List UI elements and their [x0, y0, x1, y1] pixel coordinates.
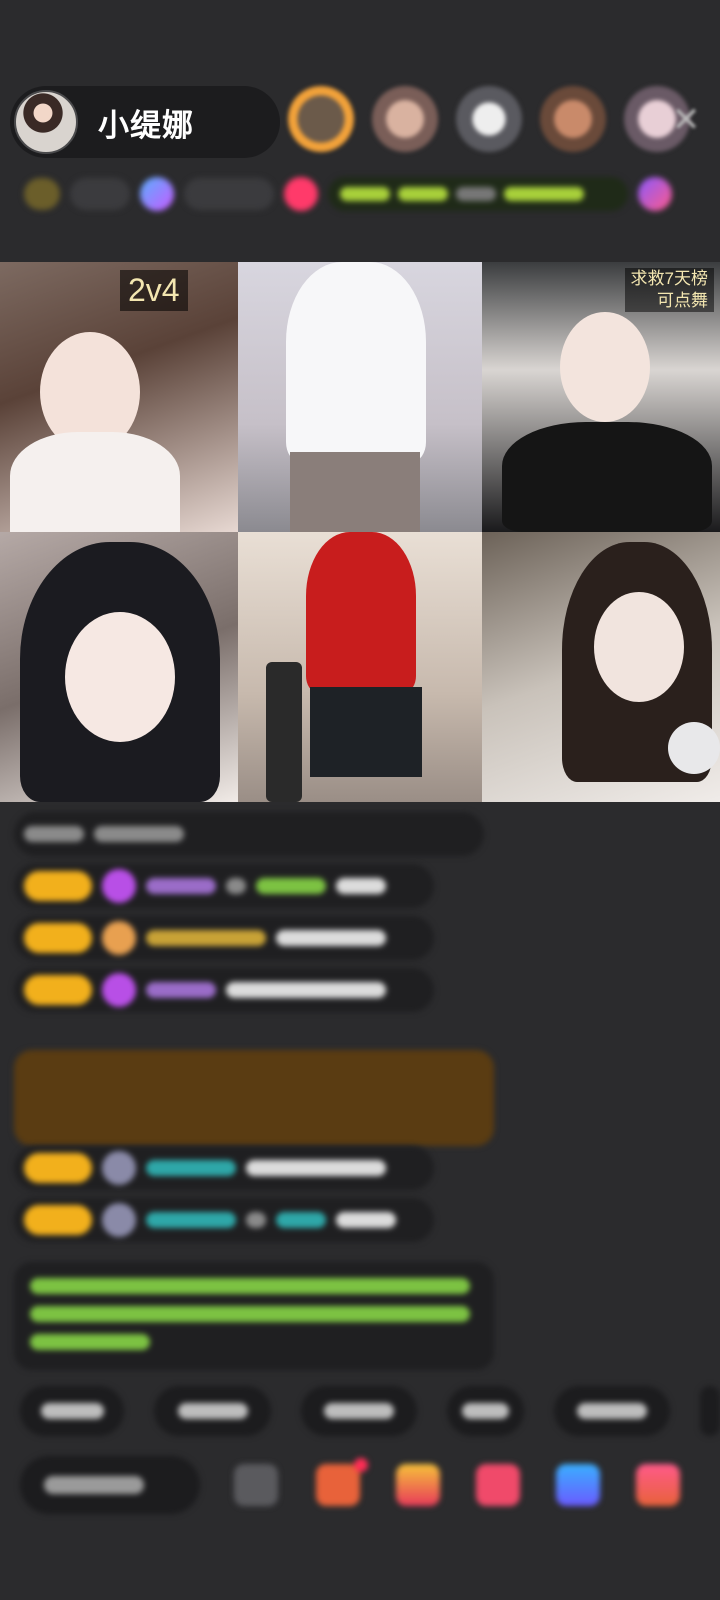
guest-seat-2[interactable] — [238, 262, 482, 532]
quick-reply-bar — [20, 1386, 720, 1436]
level-badge — [24, 871, 92, 901]
gift-message[interactable] — [14, 1050, 494, 1146]
activity-icon[interactable] — [140, 177, 174, 211]
guest-body — [286, 262, 426, 462]
viewer-avatar-2[interactable] — [372, 86, 438, 152]
guest-face — [65, 612, 175, 742]
guest-face — [594, 592, 684, 702]
rank-badge[interactable] — [24, 178, 60, 210]
bottom-toolbar — [20, 1456, 720, 1516]
quick-reply-chip[interactable] — [700, 1386, 720, 1436]
quick-reply-chip[interactable] — [154, 1386, 271, 1436]
chat-message[interactable] — [14, 864, 434, 908]
fan-gem-icon — [102, 869, 136, 903]
guest-skirt — [310, 687, 422, 777]
level-badge — [24, 923, 92, 953]
viewer-avatar-4[interactable] — [540, 86, 606, 152]
host-info[interactable]: 小缇娜 — [10, 86, 280, 158]
viewer-avatar-1[interactable] — [288, 86, 354, 152]
rank-tag-title: 求救7天榜 — [624, 268, 714, 290]
guest-seat-6[interactable] — [482, 532, 720, 802]
quick-reply-chip[interactable] — [20, 1386, 125, 1436]
gift-box-icon[interactable] — [316, 1458, 368, 1506]
guest-seat-4[interactable] — [0, 532, 238, 802]
room-badges — [24, 172, 700, 216]
fan-gem-icon — [102, 973, 136, 1007]
notice-marquee[interactable] — [328, 177, 628, 211]
guest-seat-5[interactable] — [238, 532, 482, 802]
guest-body — [306, 532, 416, 692]
quick-reply-chip[interactable] — [553, 1386, 671, 1436]
hot-badge[interactable] — [70, 178, 130, 210]
guest-body — [502, 422, 712, 532]
chat-message[interactable] — [14, 968, 434, 1012]
guest-skirt — [290, 452, 420, 532]
host-avatar[interactable] — [14, 90, 78, 154]
quick-reply-chip[interactable] — [447, 1386, 524, 1436]
microphone-icon — [668, 722, 720, 774]
fan-gem-icon — [102, 1203, 136, 1237]
rank-tag-subtitle: 可点舞 — [624, 290, 714, 312]
guest-body — [10, 432, 180, 532]
system-notice — [14, 1262, 494, 1370]
notification-dot — [354, 1458, 368, 1472]
close-icon[interactable]: ✕ — [664, 98, 708, 142]
quick-reply-chip[interactable] — [300, 1386, 418, 1436]
game-icon[interactable] — [556, 1464, 600, 1506]
rank-tag[interactable]: 求救7天榜 可点舞 — [624, 268, 714, 312]
guest-face — [560, 312, 650, 422]
chat-message[interactable] — [14, 916, 434, 960]
red-envelope-icon[interactable] — [396, 1464, 440, 1506]
level-badge — [24, 1153, 92, 1183]
more-icon[interactable] — [638, 177, 672, 211]
guest-seat-3[interactable]: 求救7天榜 可点舞 — [482, 262, 720, 532]
pk-score: 2v4 — [120, 270, 188, 311]
level-badge — [24, 975, 92, 1005]
level-badge — [24, 1205, 92, 1235]
chat-message[interactable] — [14, 812, 484, 856]
host-name: 小缇娜 — [98, 107, 194, 144]
chat-message[interactable] — [14, 1146, 434, 1190]
fan-gem-icon — [102, 921, 136, 955]
fan-club-icon[interactable] — [636, 1464, 680, 1506]
chat-input[interactable] — [20, 1456, 200, 1514]
fan-gem-icon — [102, 1151, 136, 1185]
live-icon[interactable] — [284, 177, 318, 211]
guest-seat-1[interactable]: 2v4 — [0, 262, 238, 532]
emoji-icon[interactable] — [234, 1464, 278, 1506]
chat-message[interactable] — [14, 1198, 434, 1242]
live-pk-icon[interactable] — [476, 1464, 520, 1506]
top-viewers — [288, 86, 690, 152]
activity-badge[interactable] — [184, 178, 274, 210]
viewer-avatar-3[interactable] — [456, 86, 522, 152]
multi-guest-grid: 2v4 求救7天榜 可点舞 — [0, 262, 720, 802]
microphone-icon — [266, 662, 302, 802]
